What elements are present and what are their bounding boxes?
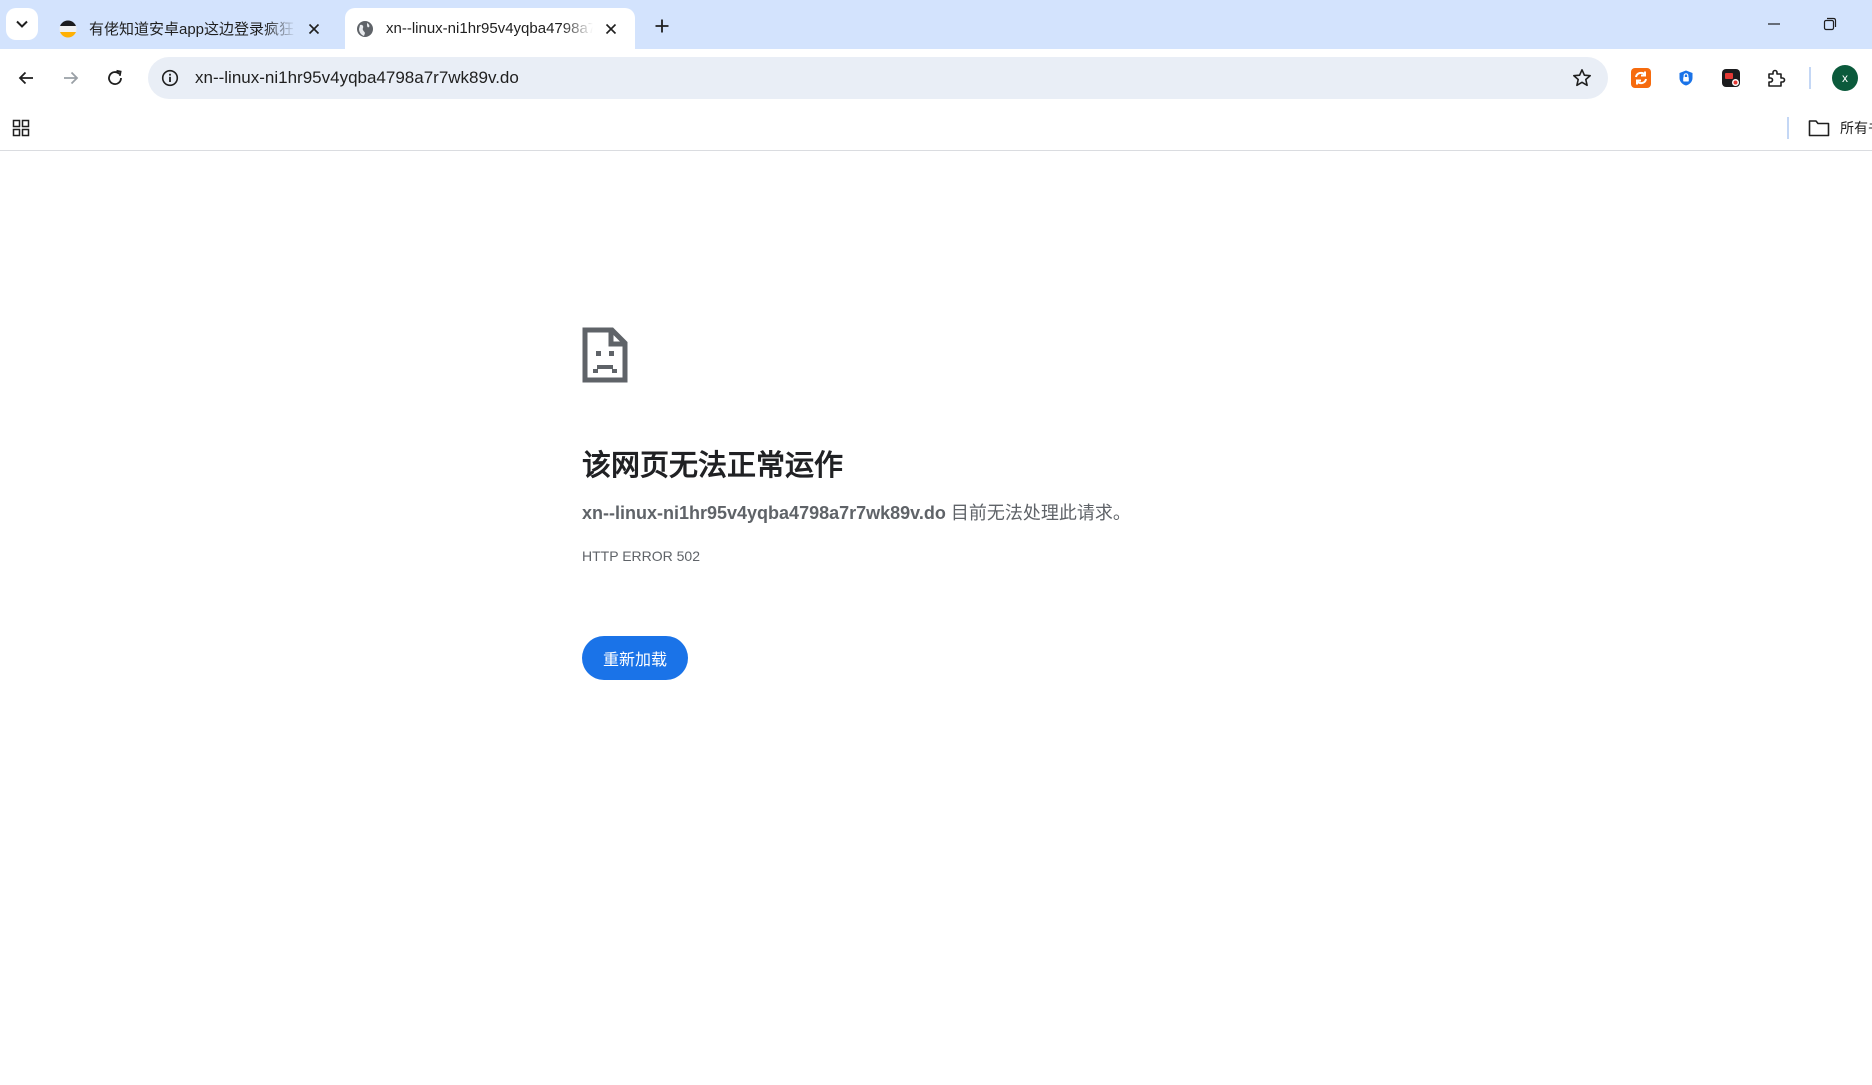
tab-title: xn--linux-ni1hr95v4yqba4798a7r7wk89v.do (386, 20, 593, 37)
tab-title: 有佬知道安卓app这边登录疯狂 (89, 21, 295, 38)
sad-document-icon (582, 327, 628, 383)
arrow-left-icon (18, 71, 33, 85)
new-tab-button[interactable] (648, 12, 676, 40)
puzzle-extensions-icon[interactable] (1764, 66, 1788, 90)
error-summary: xn--linux-ni1hr95v4yqba4798a7r7wk89v.do … (582, 499, 1131, 525)
bookmarks-divider (1787, 117, 1789, 139)
close-icon[interactable] (599, 17, 623, 41)
profile-avatar[interactable]: x (1832, 65, 1858, 91)
all-bookmarks-label: 所有书签 (1840, 120, 1872, 136)
restore-icon (1823, 17, 1837, 31)
chevron-down-icon (16, 20, 28, 28)
error-host: xn--linux-ni1hr95v4yqba4798a7r7wk89v.do (582, 503, 946, 523)
toolbar: xn--linux-ni1hr95v4yqba4798a7r7wk89v.do (0, 49, 1872, 106)
minimize-icon (1768, 23, 1780, 25)
toolbar-divider (1809, 67, 1811, 89)
tab-strip: 有佬知道安卓app这边登录疯狂 xn--linux-ni1hr95v4yqba4… (0, 0, 1872, 49)
url-text[interactable]: xn--linux-ni1hr95v4yqba4798a7r7wk89v.do (195, 68, 519, 88)
minimize-button[interactable] (1756, 6, 1792, 42)
shield-extension-icon[interactable] (1674, 66, 1698, 90)
error-message: 目前无法处理此请求。 (950, 503, 1131, 523)
plus-icon (655, 19, 669, 33)
bookmarks-bar: 所有书签 (0, 106, 1872, 151)
arrow-right-icon (64, 71, 79, 85)
bookmark-star-icon[interactable] (1570, 66, 1594, 90)
tab-active[interactable]: xn--linux-ni1hr95v4yqba4798a7r7wk89v.do (345, 8, 635, 49)
reload-toolbar-button[interactable] (97, 60, 133, 96)
all-bookmarks-button[interactable]: 所有书签 (1808, 116, 1872, 140)
tab-search-button[interactable] (6, 8, 38, 40)
back-button[interactable] (8, 60, 44, 96)
globe-icon (355, 19, 375, 39)
error-code: HTTP ERROR 502 (582, 548, 700, 564)
site-info-icon[interactable] (158, 66, 182, 90)
apps-grid-icon[interactable] (9, 116, 33, 140)
error-page: 该网页无法正常运作 xn--linux-ni1hr95v4yqba4798a7r… (0, 151, 1872, 1085)
reload-icon (108, 69, 122, 85)
sync-extension-icon[interactable] (1629, 66, 1653, 90)
reload-button[interactable]: 重新加载 (582, 636, 688, 680)
close-icon[interactable] (302, 17, 326, 41)
recorder-extension-icon[interactable] (1719, 66, 1743, 90)
tab-inactive[interactable]: 有佬知道安卓app这边登录疯狂 (48, 8, 338, 49)
folder-icon (1808, 116, 1832, 140)
restore-button[interactable] (1812, 6, 1848, 42)
linuxdo-logo-icon (58, 19, 78, 39)
forward-button[interactable] (53, 60, 89, 96)
address-bar[interactable]: xn--linux-ni1hr95v4yqba4798a7r7wk89v.do (148, 57, 1608, 99)
error-title: 该网页无法正常运作 (582, 450, 844, 482)
